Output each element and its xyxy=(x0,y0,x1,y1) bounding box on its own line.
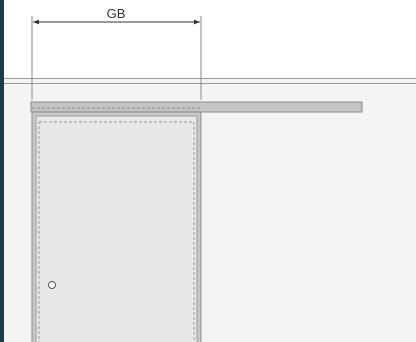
door-handle xyxy=(48,281,56,289)
sliding-door-drawing: GB xyxy=(30,6,363,342)
sliding-rail xyxy=(30,101,363,113)
door-leaf xyxy=(35,115,198,342)
dimension-label: GB xyxy=(107,6,126,21)
drawing-canvas: GB xyxy=(4,0,416,342)
